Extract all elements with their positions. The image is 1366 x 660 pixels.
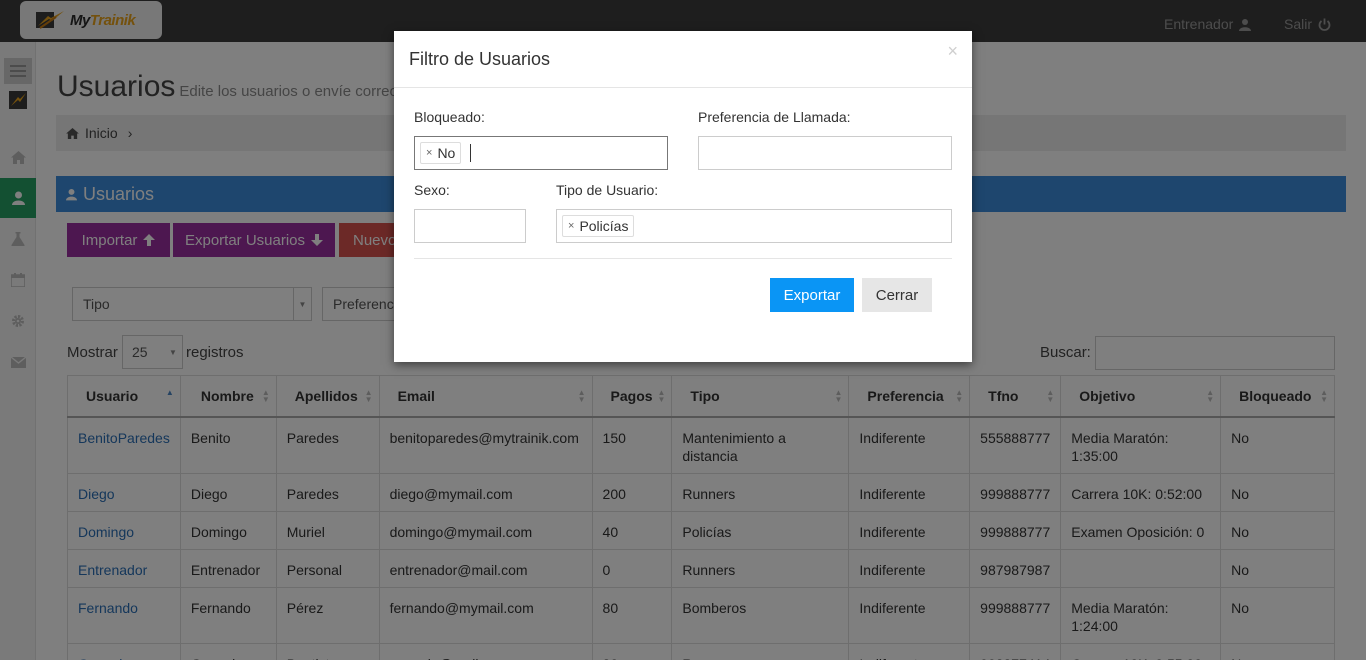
tipo-usuario-label: Tipo de Usuario: xyxy=(556,182,659,198)
tipo-usuario-multiselect[interactable]: × Policías xyxy=(556,209,952,243)
sexo-label: Sexo: xyxy=(414,182,450,198)
bloqueado-multiselect[interactable]: × No xyxy=(414,136,668,170)
close-icon[interactable]: × xyxy=(947,41,958,62)
modal-title: Filtro de Usuarios xyxy=(409,49,551,69)
tipo-usuario-tag: × Policías xyxy=(562,215,635,237)
modal-header: Filtro de Usuarios × xyxy=(394,31,972,88)
tag-remove-icon[interactable]: × xyxy=(568,220,574,232)
preferencia-llamada-multiselect[interactable] xyxy=(698,136,952,170)
export-button[interactable]: Exportar xyxy=(770,278,854,312)
modal-divider xyxy=(414,258,952,259)
close-button[interactable]: Cerrar xyxy=(862,278,932,312)
filter-modal: Filtro de Usuarios × Bloqueado: × No Pre… xyxy=(394,31,972,362)
text-caret xyxy=(470,144,471,162)
sexo-multiselect[interactable] xyxy=(414,209,526,243)
bloqueado-tag: × No xyxy=(420,142,462,164)
tag-remove-icon[interactable]: × xyxy=(426,147,432,159)
bloqueado-label: Bloqueado: xyxy=(414,109,485,125)
bloqueado-tag-label: No xyxy=(437,145,456,161)
preferencia-llamada-label: Preferencia de Llamada: xyxy=(698,109,851,125)
tipo-usuario-tag-label: Policías xyxy=(579,218,629,234)
